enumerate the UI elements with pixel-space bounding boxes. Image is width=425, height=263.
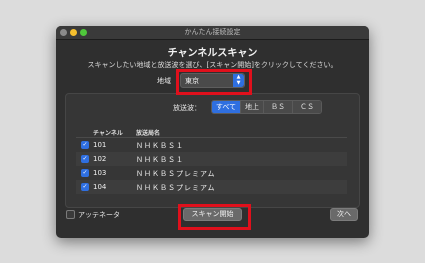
region-label: 地域 [157,77,171,85]
broadcast-option-cs[interactable]: ＣＳ [292,101,321,113]
dialog-window: かんたん接続設定 チャンネルスキャン スキャンしたい地域と放送波を選び、[スキャ… [56,26,369,238]
broadcast-option-all[interactable]: すべて [212,101,240,113]
row-checkbox[interactable]: ✓ [81,155,89,163]
title-bar: かんたん接続設定 [56,26,369,40]
scan-button-highlight-box [178,204,251,230]
window-title: かんたん接続設定 [184,28,241,36]
attenuator-checkbox[interactable] [66,210,75,219]
channel-number: 101 [93,141,107,149]
table-row[interactable]: ✓ 103 ＮＨＫＢＳプレミアム [76,166,347,180]
column-header-channel[interactable]: チャンネル [93,128,123,137]
table-row[interactable]: ✓ 101 ＮＨＫＢＳ１ [76,138,347,152]
broadcast-label: 放送波： [173,104,201,112]
row-checkbox[interactable]: ✓ [81,169,89,177]
table-row[interactable]: ✓ 104 ＮＨＫＢＳプレミアム [76,180,347,194]
next-button[interactable]: 次へ [330,208,358,221]
channel-number: 102 [93,155,107,163]
station-name: ＮＨＫＢＳプレミアム [136,184,216,192]
broadcast-option-terrestrial[interactable]: 地上 [240,101,263,113]
broadcast-segmented-control: すべて 地上 ＢＳ ＣＳ [211,100,322,114]
column-header-station[interactable]: 放送局名 [136,128,160,137]
attenuator-label: アッテネータ [78,211,120,219]
station-name: ＮＨＫＢＳ１ [136,142,184,150]
row-checkbox[interactable]: ✓ [81,183,89,191]
table-row[interactable]: ✓ 102 ＮＨＫＢＳ１ [76,152,347,166]
table-header: チャンネル 放送局名 [76,125,347,138]
broadcast-option-bs[interactable]: ＢＳ [263,101,292,113]
station-name: ＮＨＫＢＳプレミアム [136,170,216,178]
dialog-heading: チャンネルスキャン [167,48,258,59]
station-name: ＮＨＫＢＳ１ [136,156,184,164]
row-checkbox[interactable]: ✓ [81,141,89,149]
channel-number: 104 [93,183,107,191]
channel-number: 103 [93,169,107,177]
channel-table: チャンネル 放送局名 ✓ 101 ＮＨＫＢＳ１ ✓ 102 ＮＨＫＢＳ１ ✓ 1… [76,125,347,206]
region-highlight-box [176,69,252,95]
